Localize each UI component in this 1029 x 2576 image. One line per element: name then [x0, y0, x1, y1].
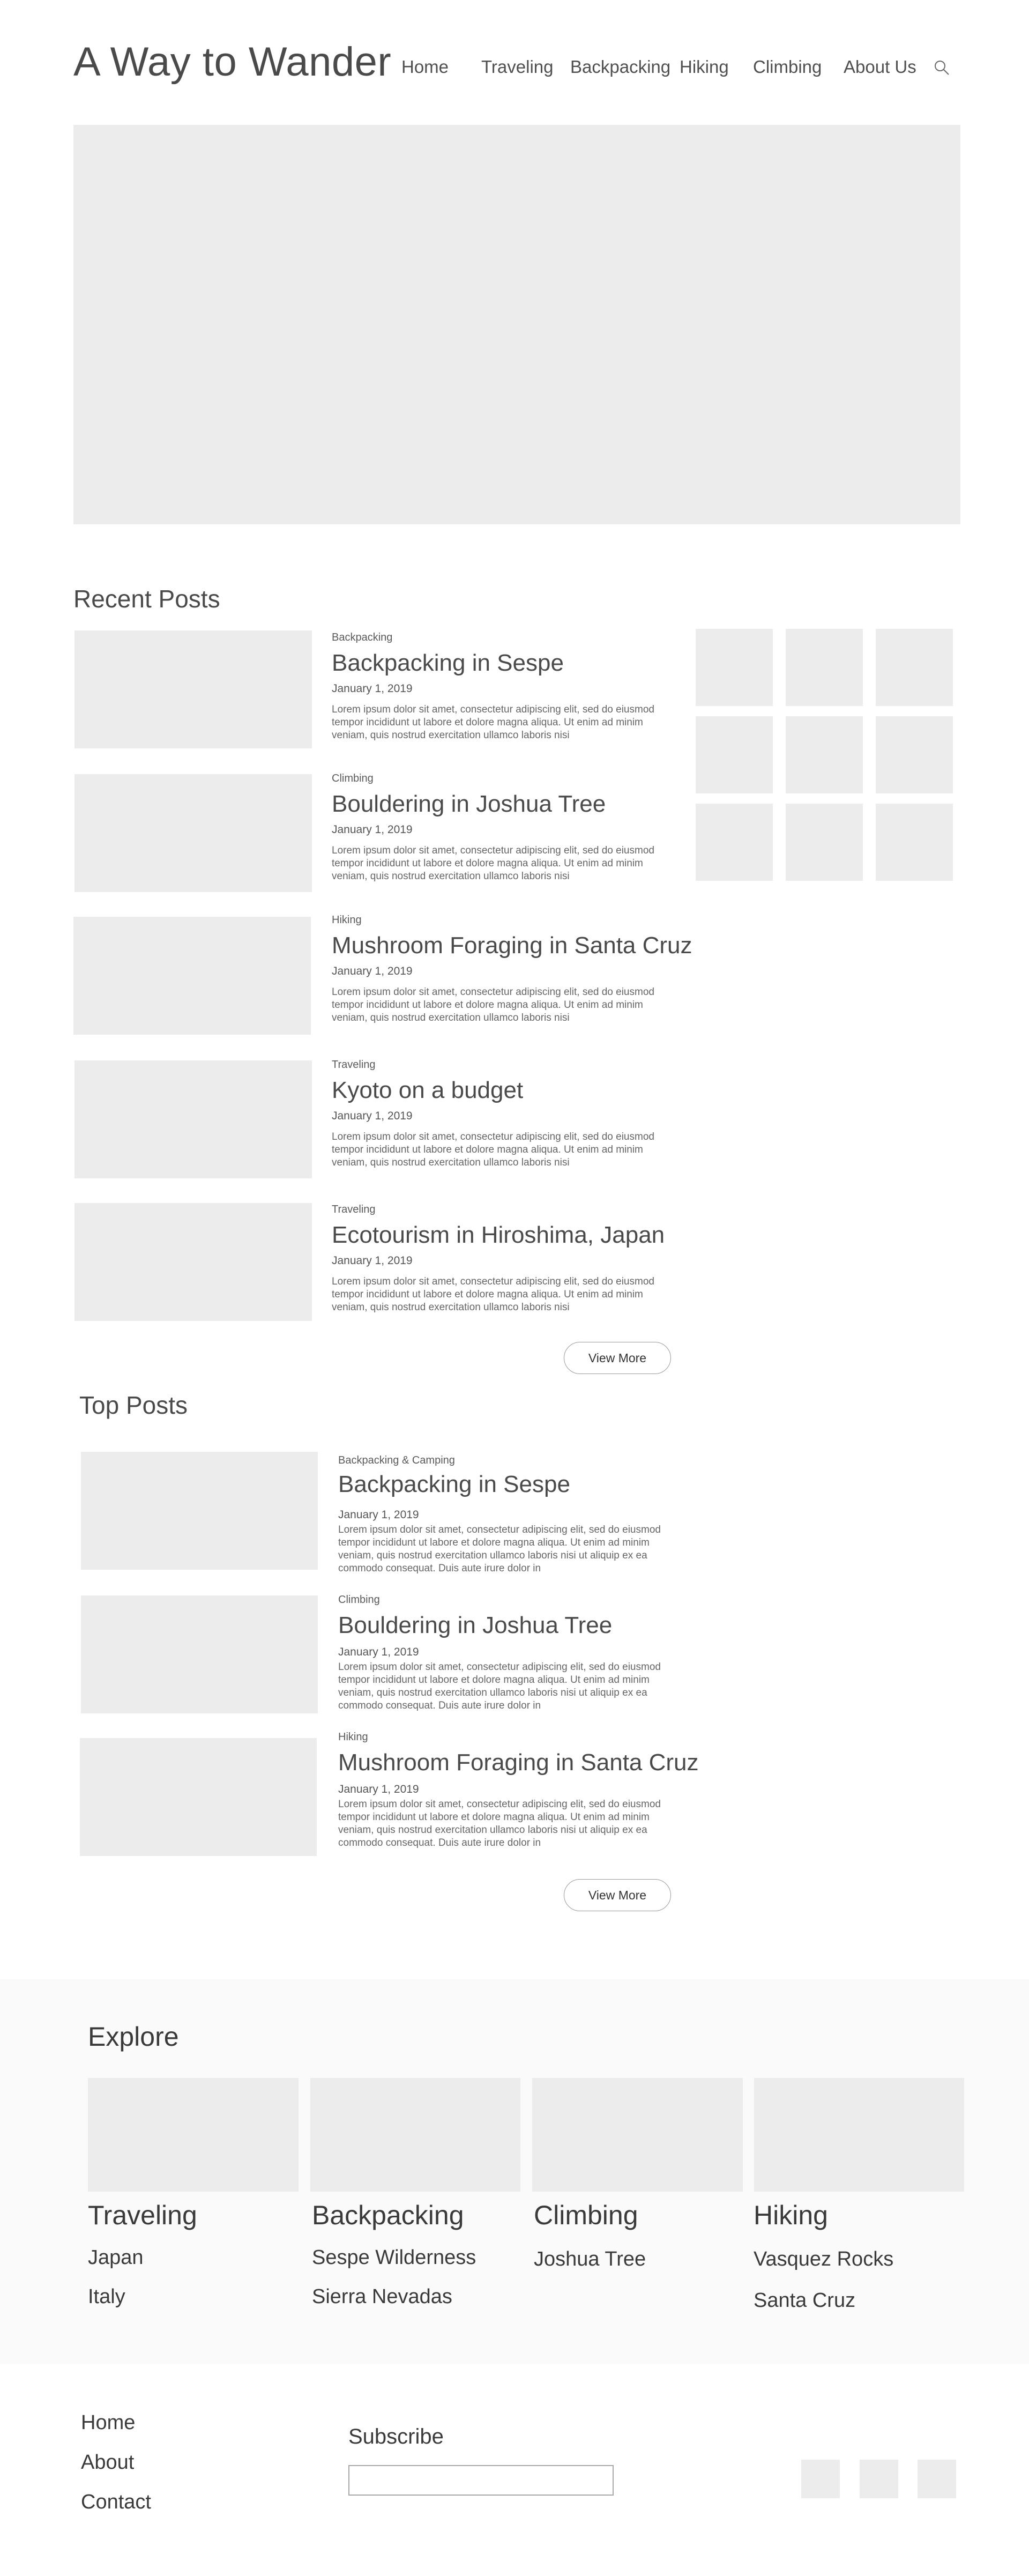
social-icon[interactable]	[801, 2460, 840, 2498]
post-category[interactable]: Traveling	[332, 1059, 376, 1071]
post-title[interactable]: Kyoto on a budget	[332, 1077, 523, 1104]
post-excerpt: Lorem ipsum dolor sit amet, consectetur …	[332, 1276, 654, 1313]
site-title[interactable]: A Way to Wander	[73, 39, 391, 85]
post-thumbnail[interactable]	[74, 1203, 312, 1321]
post-date: January 1, 2019	[332, 1110, 413, 1122]
post-thumbnail[interactable]	[74, 630, 312, 748]
post-thumbnail[interactable]	[74, 774, 312, 892]
post-category[interactable]: Backpacking	[332, 632, 392, 644]
grid-photo[interactable]	[786, 716, 863, 793]
grid-photo[interactable]	[786, 629, 863, 706]
footer-link-home[interactable]: Home	[81, 2411, 135, 2434]
post-date: January 1, 2019	[332, 682, 413, 695]
grid-photo[interactable]	[696, 804, 773, 881]
post-excerpt: Lorem ipsum dolor sit amet, consectetur …	[332, 704, 654, 741]
nav-climbing[interactable]: Climbing	[753, 57, 822, 77]
top-posts-title: Top Posts	[79, 1391, 188, 1419]
post-date: January 1, 2019	[332, 1254, 413, 1267]
post-thumbnail[interactable]	[81, 1595, 318, 1713]
post-date: January 1, 2019	[332, 823, 413, 836]
explore-link-japan[interactable]: Japan	[88, 2246, 144, 2269]
subscribe-label: Subscribe	[348, 2425, 444, 2448]
explore-heading-climbing[interactable]: Climbing	[534, 2200, 638, 2231]
nav-hiking[interactable]: Hiking	[680, 57, 729, 77]
post-excerpt: Lorem ipsum dolor sit amet, consectetur …	[338, 1661, 661, 1711]
post-category[interactable]: Backpacking & Camping	[338, 1454, 455, 1467]
explore-link-joshua-tree[interactable]: Joshua Tree	[534, 2248, 646, 2271]
grid-photo[interactable]	[876, 804, 953, 881]
hero-image	[73, 125, 960, 524]
view-more-top-button[interactable]: View More	[564, 1879, 671, 1911]
post-title[interactable]: Backpacking in Sespe	[338, 1471, 570, 1498]
footer-link-contact[interactable]: Contact	[81, 2491, 151, 2514]
footer-link-about[interactable]: About	[81, 2451, 134, 2474]
post-excerpt: Lorem ipsum dolor sit amet, consectetur …	[338, 1799, 661, 1849]
explore-link-sespe-wilderness[interactable]: Sespe Wilderness	[312, 2246, 476, 2269]
explore-title: Explore	[88, 2022, 179, 2052]
post-thumbnail[interactable]	[74, 1060, 312, 1178]
post-excerpt: Lorem ipsum dolor sit amet, consectetur …	[338, 1524, 661, 1574]
post-category[interactable]: Climbing	[332, 773, 374, 785]
explore-heading-traveling[interactable]: Traveling	[88, 2200, 197, 2231]
social-icon[interactable]	[918, 2460, 956, 2498]
explore-link-santa-cruz[interactable]: Santa Cruz	[754, 2289, 855, 2312]
social-icon[interactable]	[860, 2460, 898, 2498]
view-more-recent-button[interactable]: View More	[564, 1342, 671, 1374]
nav-home[interactable]: Home	[401, 57, 449, 77]
post-category[interactable]: Hiking	[338, 1731, 368, 1743]
explore-image-traveling[interactable]	[88, 2078, 299, 2192]
grid-photo[interactable]	[786, 804, 863, 881]
explore-heading-hiking[interactable]: Hiking	[754, 2200, 828, 2231]
grid-photo[interactable]	[696, 629, 773, 706]
post-title[interactable]: Mushroom Foraging in Santa Cruz	[338, 1749, 699, 1776]
explore-image-hiking[interactable]	[754, 2078, 964, 2192]
post-title[interactable]: Bouldering in Joshua Tree	[338, 1612, 612, 1639]
explore-link-vasquez-rocks[interactable]: Vasquez Rocks	[754, 2248, 893, 2271]
explore-image-climbing[interactable]	[532, 2078, 743, 2192]
post-excerpt: Lorem ipsum dolor sit amet, consectetur …	[332, 986, 654, 1023]
grid-photo[interactable]	[876, 716, 953, 793]
post-title[interactable]: Bouldering in Joshua Tree	[332, 791, 606, 818]
post-date: January 1, 2019	[338, 1783, 419, 1795]
post-category[interactable]: Traveling	[332, 1204, 376, 1216]
post-excerpt: Lorem ipsum dolor sit amet, consectetur …	[332, 845, 654, 882]
post-excerpt: Lorem ipsum dolor sit amet, consectetur …	[332, 1131, 654, 1168]
nav-traveling[interactable]: Traveling	[481, 57, 554, 77]
post-date: January 1, 2019	[338, 1646, 419, 1658]
explore-heading-backpacking[interactable]: Backpacking	[312, 2200, 464, 2231]
post-title[interactable]: Ecotourism in Hiroshima, Japan	[332, 1222, 665, 1249]
grid-photo[interactable]	[696, 716, 773, 793]
explore-image-backpacking[interactable]	[310, 2078, 520, 2192]
explore-link-italy[interactable]: Italy	[88, 2285, 125, 2308]
post-thumbnail[interactable]	[81, 1452, 318, 1570]
post-date: January 1, 2019	[338, 1509, 419, 1521]
explore-link-sierra-nevadas[interactable]: Sierra Nevadas	[312, 2285, 452, 2308]
grid-photo[interactable]	[876, 629, 953, 706]
post-category[interactable]: Climbing	[338, 1594, 380, 1606]
nav-about-us[interactable]: About Us	[844, 57, 916, 77]
recent-posts-title: Recent Posts	[73, 585, 220, 613]
post-date: January 1, 2019	[332, 965, 413, 977]
post-thumbnail[interactable]	[80, 1738, 317, 1856]
subscribe-email-input[interactable]	[348, 2465, 614, 2496]
nav-backpacking[interactable]: Backpacking	[570, 57, 670, 77]
post-title[interactable]: Backpacking in Sespe	[332, 650, 564, 677]
post-title[interactable]: Mushroom Foraging in Santa Cruz	[332, 932, 692, 959]
post-thumbnail[interactable]	[73, 917, 311, 1035]
post-category[interactable]: Hiking	[332, 914, 362, 926]
search-icon[interactable]	[934, 60, 950, 76]
